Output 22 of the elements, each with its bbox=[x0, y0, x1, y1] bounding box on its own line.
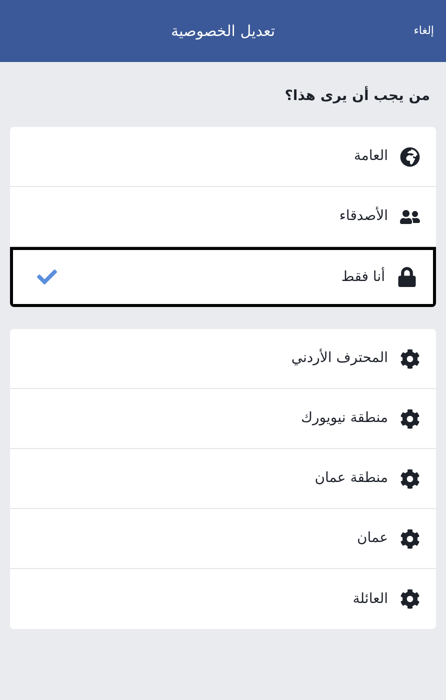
settings-icon bbox=[400, 408, 420, 428]
cancel-button[interactable]: إلغاء bbox=[414, 22, 434, 40]
option-label: الأصدقاء bbox=[339, 206, 388, 226]
settings-icon bbox=[400, 348, 420, 368]
option-label: عمان bbox=[357, 529, 388, 548]
option-label: العامة bbox=[354, 147, 388, 166]
audience-option[interactable]: أنا فقط bbox=[10, 247, 436, 307]
option-label: المحترف الأردني bbox=[291, 348, 388, 368]
option-label: العائلة bbox=[352, 590, 388, 608]
audience-option[interactable]: العامة bbox=[10, 127, 436, 187]
option-label: منطقة نيويورك bbox=[300, 409, 388, 428]
settings-icon bbox=[400, 468, 420, 488]
check-icon bbox=[37, 267, 57, 287]
option-label: منطقة عمان bbox=[314, 469, 388, 488]
option-label: أنا فقط bbox=[341, 266, 385, 286]
audience-option[interactable]: المحترف الأردني bbox=[10, 329, 436, 389]
settings-icon bbox=[400, 589, 420, 609]
header-title: تعديل الخصوصية bbox=[170, 20, 276, 42]
settings-icon bbox=[400, 528, 420, 548]
lock-icon bbox=[397, 267, 417, 287]
question-text: من يجب أن يرى هذا؟ bbox=[284, 86, 431, 106]
globe-icon bbox=[400, 146, 420, 166]
